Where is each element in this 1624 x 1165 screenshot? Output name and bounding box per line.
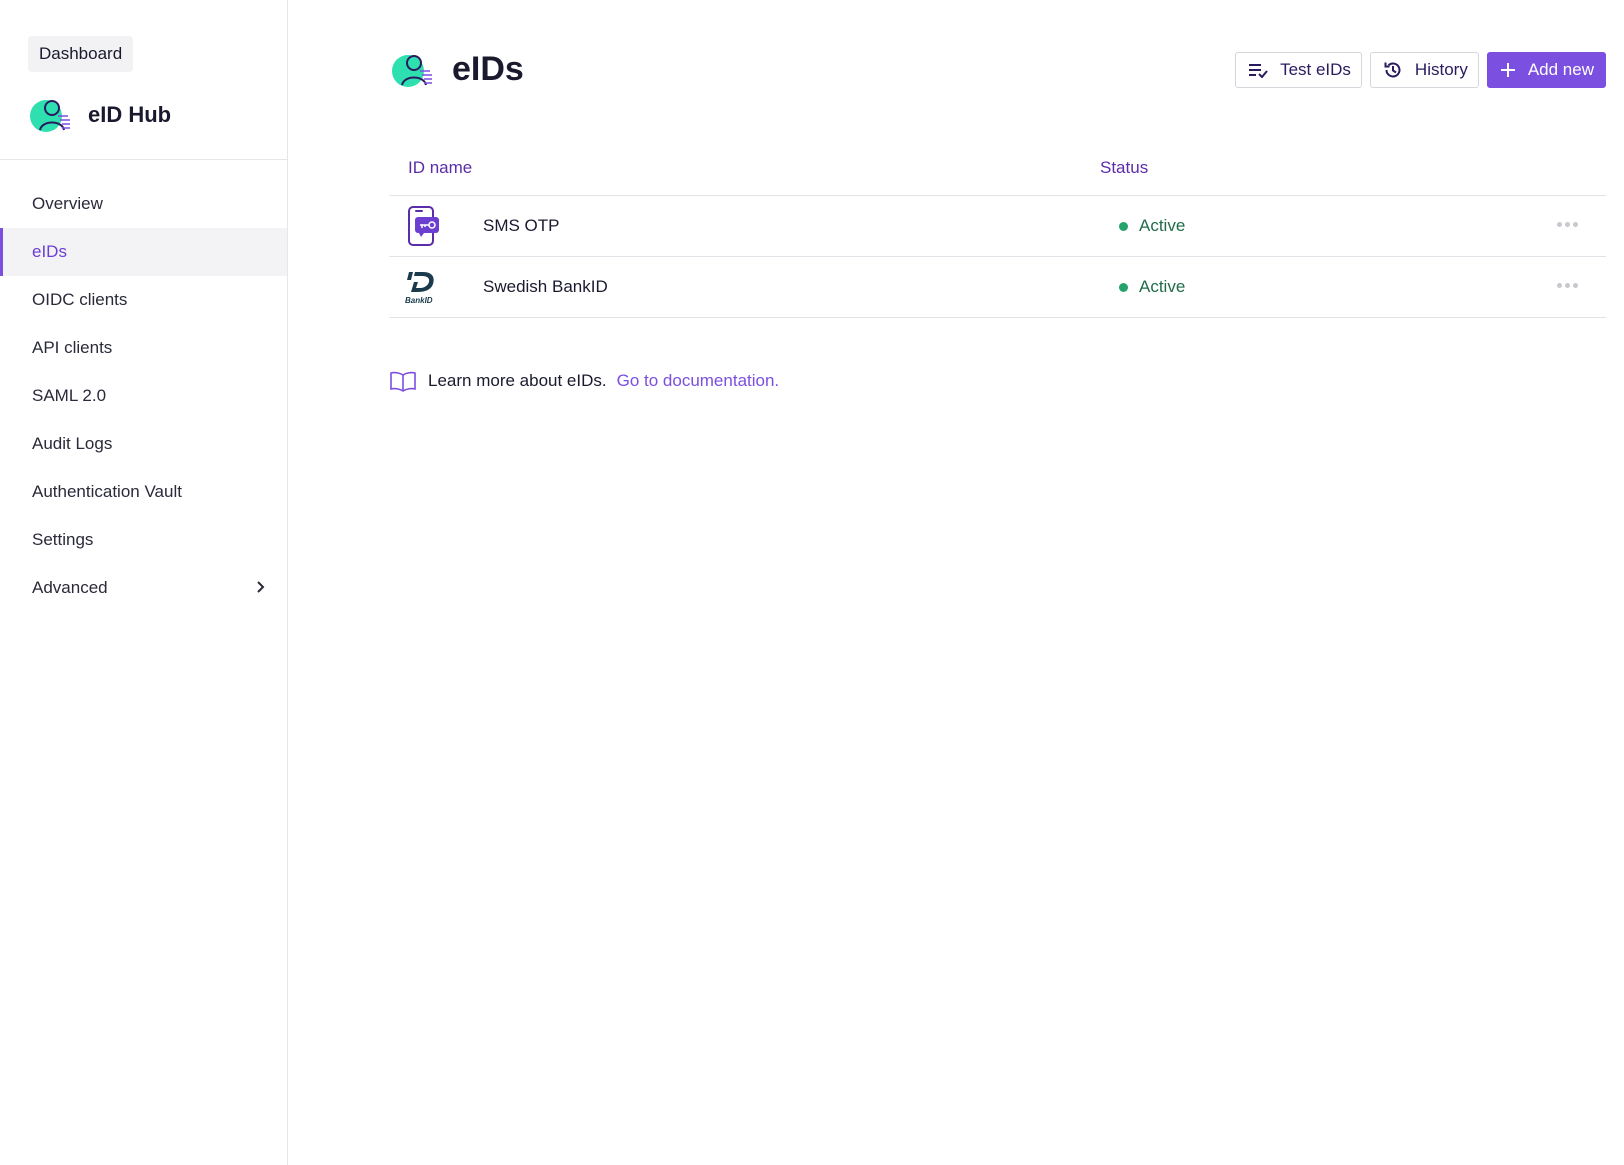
sidebar-item-label: eIDs: [32, 242, 67, 261]
learn-more: Learn more about eIDs. Go to documentati…: [390, 370, 779, 392]
sidebar-item-label: API clients: [32, 338, 113, 357]
list-check-icon: [1249, 64, 1268, 78]
status-badge: Active: [1119, 277, 1185, 297]
eid-name: Swedish BankID: [483, 277, 608, 296]
sidebar-item-label: OIDC clients: [32, 290, 128, 309]
history-icon: [1384, 62, 1401, 78]
bankid-icon: BankID: [403, 265, 443, 309]
table-header: ID name Status: [389, 140, 1606, 196]
column-header-status: Status: [1100, 157, 1149, 177]
column-header-id-name: ID name: [408, 157, 473, 177]
sidebar-item-advanced[interactable]: Advanced: [0, 564, 287, 612]
table-row[interactable]: SMS OTP Active: [389, 196, 1606, 257]
sms-otp-icon: [403, 204, 443, 248]
eid-name: SMS OTP: [483, 216, 560, 235]
eids-page-icon: [392, 54, 432, 87]
sidebar-item-label: Authentication Vault: [32, 482, 182, 501]
sidebar-item-label: Settings: [32, 530, 94, 549]
sidebar-nav: Overview eIDs OIDC clients API clients S…: [0, 160, 287, 612]
dashboard-button[interactable]: Dashboard: [28, 36, 134, 72]
page-header: eIDs: [390, 50, 524, 89]
sidebar: Dashboard eID Hub Overview eIDs OIDC cli…: [0, 0, 288, 1165]
documentation-link[interactable]: Go to documentation.: [617, 371, 780, 391]
sidebar-item-label: Overview: [32, 194, 103, 213]
sidebar-item-eids[interactable]: eIDs: [0, 228, 287, 276]
plus-icon: [1500, 63, 1515, 77]
table-row[interactable]: BankID Swedish BankID Active: [389, 257, 1606, 318]
book-icon: [390, 371, 416, 392]
app-root: Dashboard eID Hub Overview eIDs OIDC cli…: [0, 0, 1624, 1165]
sidebar-item-label: Audit Logs: [32, 434, 113, 453]
row-more-menu-icon[interactable]: [1557, 222, 1578, 227]
sidebar-header: Dashboard eID Hub: [0, 0, 287, 160]
status-dot: [1119, 282, 1128, 292]
svg-text:BankID: BankID: [405, 296, 433, 305]
add-new-button[interactable]: Add new: [1486, 52, 1606, 88]
eids-table: ID name Status SMS OTP Active BankID Swe…: [389, 140, 1606, 318]
main-content: eIDs Test eIDs History Add new ID name S…: [288, 0, 1624, 1165]
sidebar-item-label: SAML 2.0: [32, 386, 107, 405]
status-label: Active: [1139, 216, 1186, 235]
page-title: eIDs: [452, 50, 524, 88]
sidebar-item-saml[interactable]: SAML 2.0: [0, 372, 287, 420]
status-dot: [1119, 221, 1128, 231]
sidebar-item-authentication-vault[interactable]: Authentication Vault: [0, 468, 287, 516]
sidebar-item-audit-logs[interactable]: Audit Logs: [0, 420, 287, 468]
sidebar-item-settings[interactable]: Settings: [0, 516, 287, 564]
row-more-menu-icon[interactable]: [1557, 283, 1578, 288]
test-eids-label: Test eIDs: [1280, 60, 1351, 79]
history-label: History: [1414, 60, 1468, 79]
learn-more-text: Learn more about eIDs.: [428, 371, 607, 390]
status-badge: Active: [1119, 216, 1185, 236]
sidebar-item-label: Advanced: [32, 578, 108, 597]
sidebar-item-oidc-clients[interactable]: OIDC clients: [0, 276, 287, 324]
test-eids-button[interactable]: Test eIDs: [1235, 52, 1362, 88]
add-new-label: Add new: [1527, 60, 1594, 79]
eid-hub-logo-icon: [30, 100, 70, 132]
chevron-right-icon: [257, 581, 265, 593]
status-label: Active: [1139, 277, 1186, 296]
history-button[interactable]: History: [1369, 52, 1479, 88]
sidebar-item-overview[interactable]: Overview: [0, 180, 287, 228]
sidebar-item-api-clients[interactable]: API clients: [0, 324, 287, 372]
brand-name: eID Hub: [88, 102, 172, 127]
brand: eID Hub: [28, 96, 287, 134]
header-actions: Test eIDs History Add new: [1235, 52, 1606, 88]
